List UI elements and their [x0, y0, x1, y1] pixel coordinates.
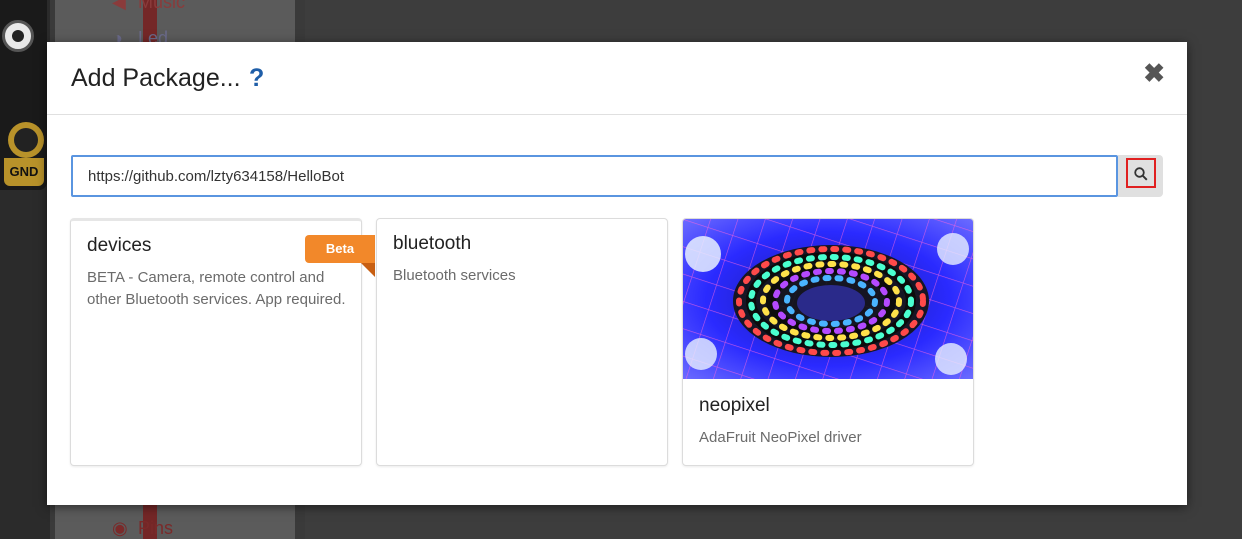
- toolbox-item-music[interactable]: ◀ Music: [112, 0, 185, 13]
- help-icon[interactable]: ?: [249, 64, 264, 93]
- neopixel-led-strip-image: [683, 219, 973, 379]
- add-package-dialog: Add Package... ? ✖ devices Beta BETA - C…: [47, 42, 1187, 505]
- card-description: Bluetooth services: [393, 267, 516, 284]
- microbit-board: GND: [0, 0, 47, 190]
- search-button[interactable]: [1118, 155, 1163, 197]
- dialog-title: Add Package...: [71, 64, 241, 92]
- card-title: devices: [87, 235, 152, 256]
- headphones-icon: ◀: [112, 0, 126, 12]
- close-icon[interactable]: ✖: [1143, 58, 1165, 89]
- beta-badge: Beta: [305, 235, 375, 277]
- toolbox-item-pins[interactable]: ◉ Pins: [112, 518, 173, 539]
- gnd-pin-label: GND: [4, 158, 44, 186]
- board-button[interactable]: [2, 20, 34, 52]
- card-description: AdaFruit NeoPixel driver: [699, 429, 862, 446]
- search-bar: [71, 155, 1163, 197]
- card-title: bluetooth: [393, 233, 472, 254]
- package-card-neopixel[interactable]: neopixel AdaFruit NeoPixel driver: [682, 218, 974, 466]
- search-icon: [1134, 167, 1148, 181]
- circle-dot-icon: ◉: [112, 518, 128, 538]
- simulator-panel: GND: [0, 0, 50, 539]
- board-pin: [8, 122, 44, 158]
- search-button-focus-ring: [1126, 158, 1156, 188]
- dialog-header: Add Package... ? ✖: [47, 42, 1187, 115]
- card-title: neopixel: [699, 395, 770, 416]
- package-card-devices[interactable]: devices Beta BETA - Camera, remote contr…: [70, 218, 375, 466]
- package-card-bluetooth[interactable]: bluetooth Bluetooth services: [376, 218, 668, 466]
- search-input[interactable]: [71, 155, 1118, 197]
- card-description: BETA - Camera, remote control and other …: [87, 269, 346, 308]
